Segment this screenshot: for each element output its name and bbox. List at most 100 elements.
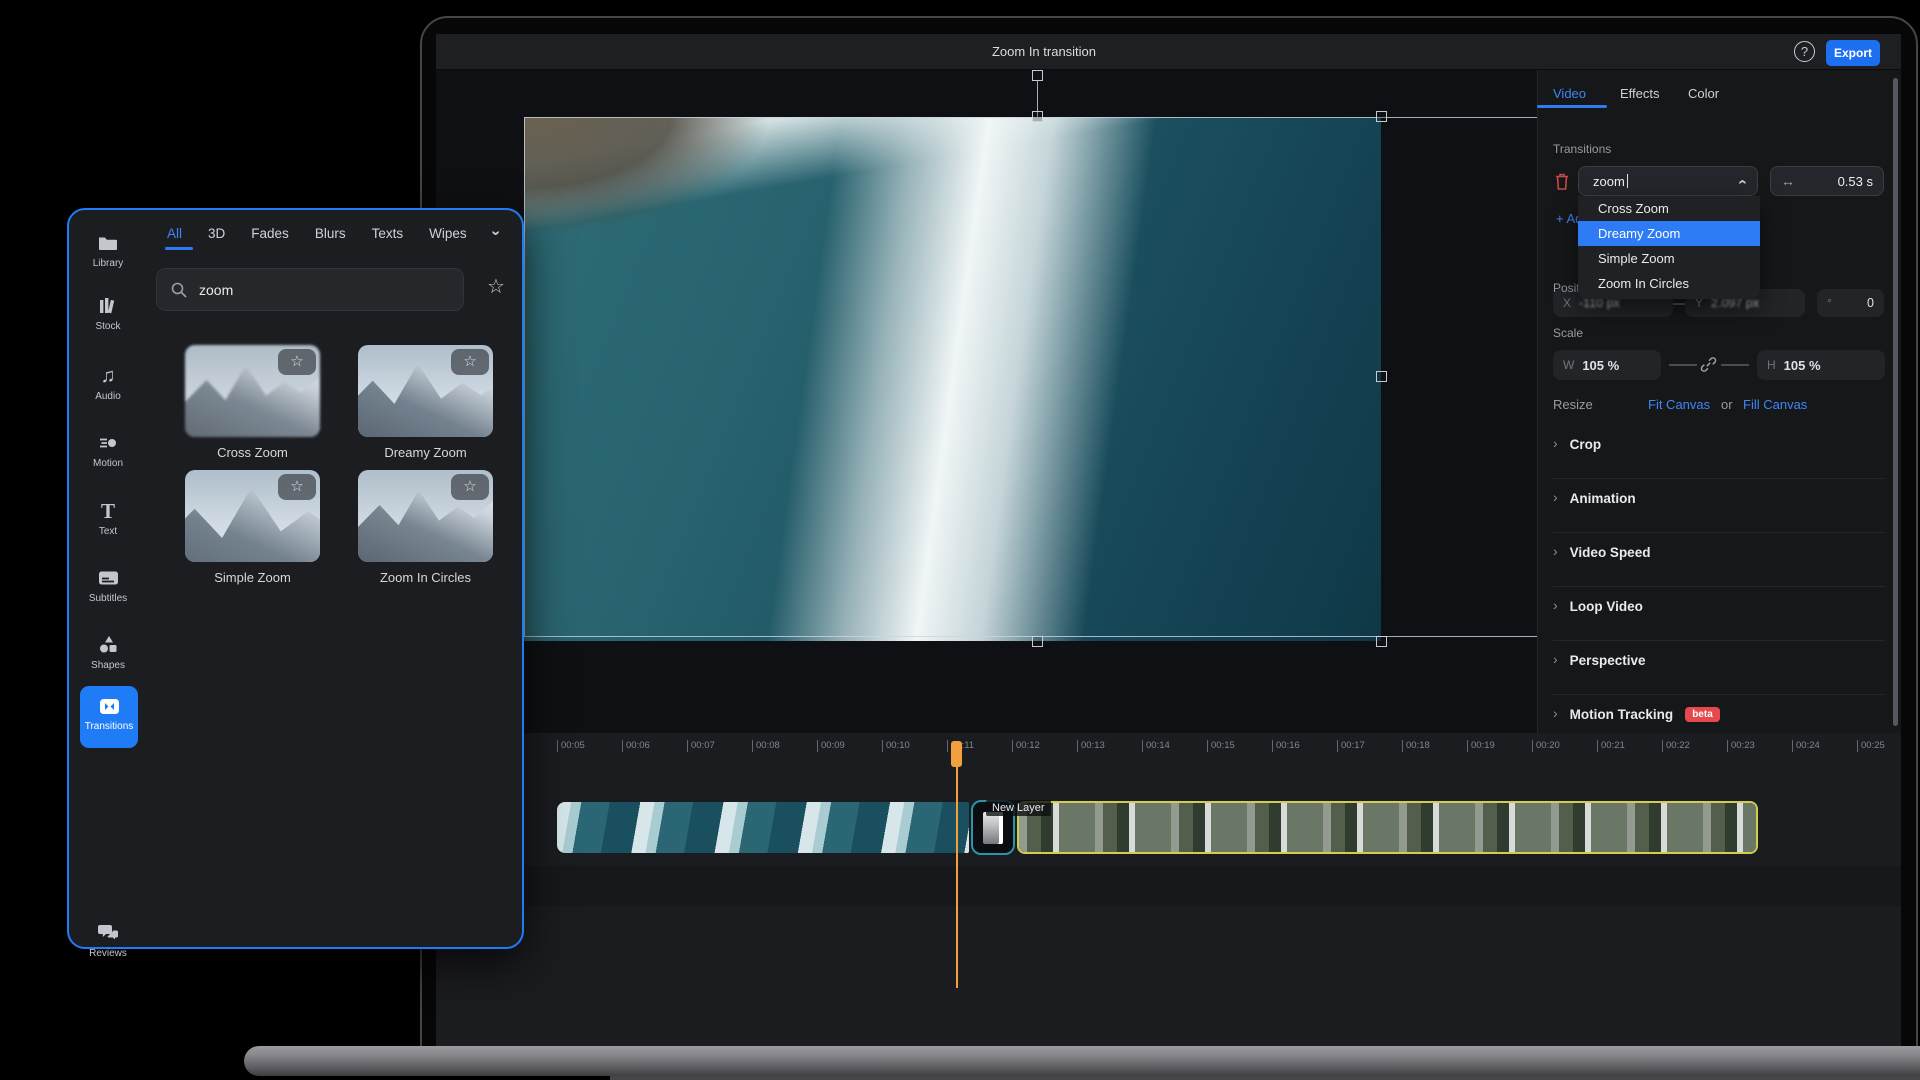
chevron-right-icon: › [1553, 705, 1558, 721]
scale-width-field[interactable]: W 105 % [1553, 350, 1661, 380]
transition-thumbnail [983, 812, 1003, 844]
sidebar-item-reviews[interactable]: Reviews [73, 922, 143, 959]
dropdown-option-highlighted[interactable]: Dreamy Zoom [1578, 221, 1760, 246]
help-icon[interactable]: ? [1794, 41, 1815, 62]
duration-icon: ↔ [1781, 173, 1795, 189]
dropdown-option[interactable]: Simple Zoom [1578, 246, 1760, 271]
selection-handle-top-right[interactable] [1376, 111, 1387, 122]
shapes-icon [73, 634, 143, 656]
rotation-handle[interactable] [1032, 70, 1043, 81]
scale-width-value: 105 % [1582, 358, 1619, 373]
section-video-speed[interactable]: ›Video Speed [1537, 532, 1901, 586]
xy-link-line [1673, 303, 1685, 305]
tab-blurs[interactable]: Blurs [315, 226, 346, 241]
chevron-right-icon: › [1553, 489, 1558, 505]
ruler-tick: 00:13 [1077, 740, 1142, 752]
active-tab-underline [165, 247, 193, 250]
search-input[interactable] [197, 281, 427, 299]
sidebar-item-library[interactable]: Library [73, 232, 143, 269]
chevron-right-icon: › [1553, 543, 1558, 559]
sidebar-item-stock[interactable]: Stock [73, 295, 143, 332]
ruler-tick: 00:18 [1402, 740, 1467, 752]
chat-icon [73, 922, 143, 944]
tab-texts[interactable]: Texts [372, 226, 404, 241]
empty-track-lane[interactable] [436, 866, 1901, 906]
favorite-star-icon[interactable]: ☆ [451, 474, 489, 500]
search-icon [171, 282, 187, 298]
duration-value: 0.53 s [1838, 174, 1873, 189]
section-loop-video[interactable]: ›Loop Video [1537, 586, 1901, 640]
transition-dropdown-menu: Cross Zoom Dreamy Zoom Simple Zoom Zoom … [1578, 196, 1760, 299]
timeline[interactable]: 00:05 00:06 00:07 00:08 00:09 00:10 00:1… [436, 733, 1901, 1046]
sidebar-item-transitions-active[interactable]: Transitions [80, 686, 138, 748]
selection-handle-right-mid[interactable] [1376, 371, 1387, 382]
ruler-tick: 00:10 [882, 740, 947, 752]
timeline-clip-ocean[interactable] [557, 802, 969, 853]
tab-video[interactable]: Video [1553, 86, 1586, 101]
library-panel: Library Stock ♫ Audio Motion T Text Subt… [67, 208, 524, 949]
active-tab-underline [1537, 105, 1607, 108]
tab-fades[interactable]: Fades [251, 226, 289, 241]
video-preview[interactable] [524, 117, 1381, 641]
beta-badge: beta [1685, 707, 1720, 722]
section-crop[interactable]: ›Crop [1537, 424, 1901, 478]
playhead-handle[interactable] [951, 741, 962, 767]
tab-3d[interactable]: 3D [208, 226, 225, 241]
transition-duration-field[interactable]: ↔ 0.53 s [1770, 166, 1884, 196]
favorite-star-icon[interactable]: ☆ [278, 474, 316, 500]
selection-box[interactable] [524, 117, 1537, 637]
fit-canvas-link[interactable]: Fit Canvas [1648, 397, 1710, 412]
tab-all[interactable]: All [167, 226, 182, 241]
selection-handle-bottom-center[interactable] [1032, 636, 1043, 647]
sidebar-item-subtitles[interactable]: Subtitles [73, 567, 143, 604]
library-tabs: All 3D Fades Blurs Texts Wipes › [167, 224, 498, 242]
books-icon [73, 295, 143, 317]
ruler-tick: 00:09 [817, 740, 882, 752]
scale-section-label: Scale [1553, 326, 1583, 340]
selection-handle-bottom-right[interactable] [1376, 636, 1387, 647]
library-search[interactable] [156, 268, 464, 311]
chevron-right-icon: › [1553, 435, 1558, 451]
ruler-tick: 00:19 [1467, 740, 1532, 752]
transition-search-input[interactable]: zoom › [1578, 166, 1758, 196]
favorite-star-icon[interactable]: ☆ [278, 349, 316, 375]
transition-card-simple-zoom[interactable]: ☆ Simple Zoom [185, 470, 320, 585]
preview-canvas: 91% [436, 70, 1537, 733]
resize-or-text: or [1721, 397, 1733, 412]
timeline-clip-selected[interactable] [1017, 801, 1758, 854]
section-animation[interactable]: ›Animation [1537, 478, 1901, 532]
sidebar-item-text[interactable]: T Text [73, 500, 143, 537]
dropdown-option[interactable]: Zoom In Circles [1578, 271, 1760, 296]
laptop-base [244, 1046, 1920, 1076]
scale-height-field[interactable]: H 105 % [1757, 350, 1885, 380]
section-motion-tracking[interactable]: ›Motion Trackingbeta [1537, 694, 1901, 748]
transition-card-dreamy-zoom[interactable]: ☆ Dreamy Zoom [358, 345, 493, 460]
transition-card-zoom-in-circles[interactable]: ☆ Zoom In Circles [358, 470, 493, 585]
laptop-base-lip [610, 1076, 1920, 1080]
ruler-tick: 00:05 [557, 740, 622, 752]
sidebar-item-audio[interactable]: ♫ Audio [73, 365, 143, 402]
dropdown-option[interactable]: Cross Zoom [1578, 196, 1760, 221]
clip-thumbnails [1019, 803, 1756, 852]
chevron-up-icon[interactable]: › [1733, 179, 1751, 184]
link-scale-icon[interactable] [1700, 356, 1717, 373]
scale-height-value: 105 % [1784, 358, 1821, 373]
chevron-down-icon[interactable]: › [486, 230, 504, 235]
export-button[interactable]: Export [1826, 40, 1880, 66]
transition-search-value: zoom [1593, 174, 1625, 189]
tab-wipes[interactable]: Wipes [429, 226, 467, 241]
fill-canvas-link[interactable]: Fill Canvas [1743, 397, 1807, 412]
transition-card-cross-zoom[interactable]: ☆ Cross Zoom [185, 345, 320, 460]
sidebar-item-shapes[interactable]: Shapes [73, 634, 143, 671]
delete-transition-icon[interactable] [1554, 172, 1570, 191]
ruler-tick: 00:06 [622, 740, 687, 752]
rotation-field[interactable]: ° 0 [1817, 289, 1884, 317]
favorite-star-icon[interactable]: ☆ [451, 349, 489, 375]
selection-handle-top-center[interactable] [1032, 111, 1043, 122]
sidebar-item-motion[interactable]: Motion [73, 432, 143, 469]
tab-color[interactable]: Color [1688, 86, 1719, 101]
favorites-star-icon[interactable]: ☆ [487, 274, 505, 299]
section-perspective[interactable]: ›Perspective [1537, 640, 1901, 694]
inspector-scrollbar[interactable] [1893, 78, 1898, 726]
tab-effects[interactable]: Effects [1620, 86, 1660, 101]
